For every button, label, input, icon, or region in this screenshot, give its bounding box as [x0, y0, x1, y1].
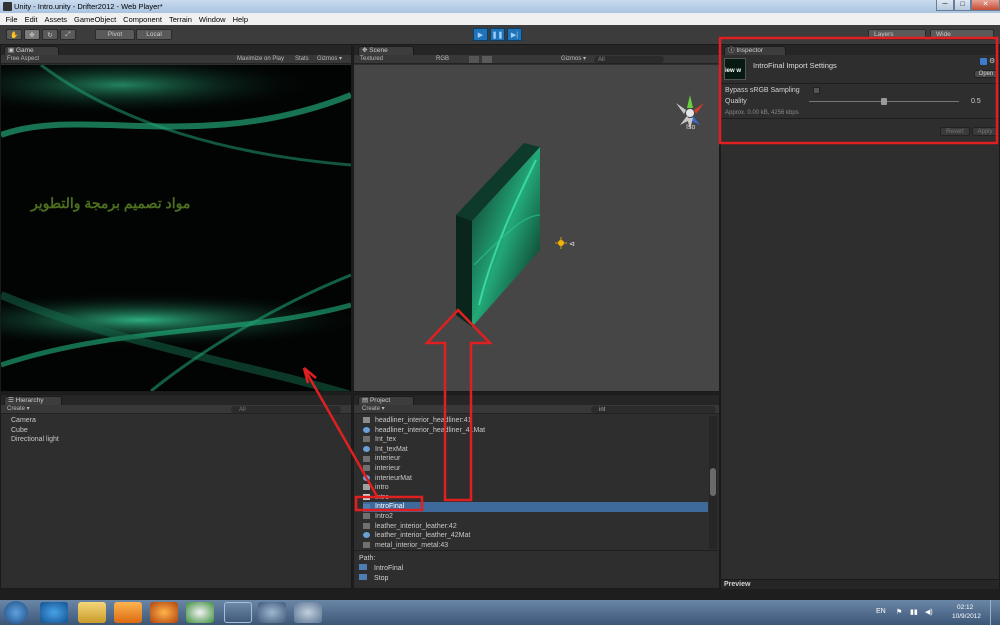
large-up-arrow [424, 308, 493, 502]
inspector-highlight-box [718, 36, 999, 145]
windows-taskbar: EN ⚑ ▮▮ ◀) 02:12 10/9/2012 [0, 600, 1000, 625]
network-icon[interactable]: ▮▮ [910, 608, 918, 616]
annotation-overlay [302, 36, 999, 512]
tray-time[interactable]: 02:12 [957, 604, 973, 611]
flag-icon[interactable]: ⚑ [896, 608, 902, 616]
settings-taskbar-icon[interactable] [258, 602, 286, 623]
introfinal-highlight-box [354, 495, 424, 512]
tool-taskbar-icon[interactable] [294, 602, 322, 623]
start-button[interactable] [4, 601, 28, 624]
volume-icon[interactable]: ◀) [925, 608, 933, 616]
chrome-icon[interactable] [186, 602, 214, 623]
tray-date[interactable]: 10/9/2012 [952, 613, 981, 620]
internet-explorer-icon[interactable] [40, 602, 68, 623]
arrow-to-game-line [302, 367, 380, 499]
media-player-icon[interactable] [114, 602, 142, 623]
firefox-icon[interactable] [150, 602, 178, 623]
language-indicator[interactable]: EN [876, 608, 886, 615]
file-explorer-icon[interactable] [78, 602, 106, 623]
unity-taskbar-icon[interactable] [224, 602, 252, 623]
show-desktop-button[interactable] [990, 600, 1000, 625]
